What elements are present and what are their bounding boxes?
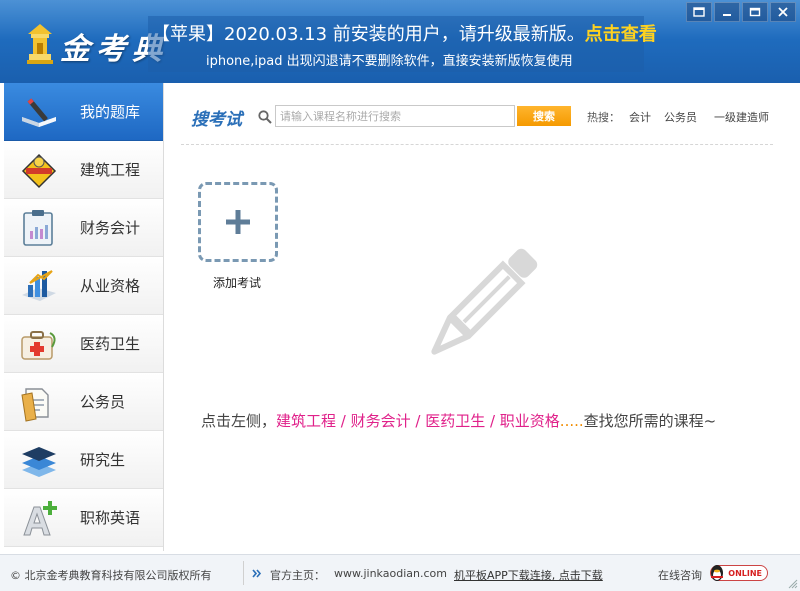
sidebar-item-label: 建筑工程 [80, 161, 141, 179]
close-icon [778, 7, 788, 17]
search-button[interactable]: 搜索 [517, 106, 571, 126]
sidebar-item-label: 医药卫生 [80, 335, 141, 353]
hot-link-constructor[interactable]: 一级建造师 [714, 109, 771, 125]
divider [181, 144, 773, 145]
hint-suffix: 查找您所需的课程~ [583, 412, 717, 430]
hint-categories: 建筑工程 / 财务会计 / 医药卫生 / 职业资格 [276, 412, 560, 430]
construction-sign-icon [21, 153, 57, 189]
sidebar-item-postgraduate[interactable]: 研究生 [4, 431, 163, 489]
sidebar-item-civil-servant[interactable]: 公务员 [4, 373, 163, 431]
sidebar-item-label: 财务会计 [80, 219, 141, 237]
sidebar-item-finance[interactable]: 财务会计 [4, 199, 163, 257]
pencil-icon [431, 248, 538, 355]
first-aid-kit-icon [21, 331, 56, 360]
restore-button[interactable] [686, 2, 712, 22]
copyright-text: © 北京金考典教育科技有限公司版权所有 [10, 569, 212, 582]
double-chevron-icon [252, 569, 262, 578]
hot-link-accounting[interactable]: 会计 [629, 109, 651, 125]
sidebar-item-label: 研究生 [80, 451, 126, 469]
search-input[interactable] [275, 105, 515, 127]
app-download-link[interactable]: 机平板APP下载连接, 点击下载 [454, 567, 603, 583]
restore-icon [693, 7, 705, 17]
tower-logo-icon [27, 24, 53, 64]
minimize-button[interactable] [714, 2, 740, 22]
letter-a-plus-icon [23, 501, 57, 536]
app-header: 金考典 【苹果】2020.03.13 前安装的用户，请升级最新版。点击查看 ip… [0, 0, 800, 83]
status-bar: © 北京金考典教育科技有限公司版权所有 官方主页： www.jinkaodian… [0, 554, 800, 591]
sidebar-item-label: 职称英语 [80, 509, 141, 527]
maximize-button[interactable] [742, 2, 768, 22]
online-consult-badge[interactable]: ONLINE [710, 565, 768, 581]
sidebar-item-qualification[interactable]: 从业资格 [4, 257, 163, 315]
online-consult-label[interactable]: 在线咨询 [658, 567, 702, 583]
hint-dots: ..... [559, 412, 584, 430]
notice-view-link[interactable]: 点击查看 [585, 24, 657, 45]
clipboard-chart-icon [23, 210, 53, 246]
add-exam-button[interactable] [198, 182, 278, 262]
add-exam-label: 添加考试 [213, 276, 262, 290]
sidebar-item-my-questions[interactable]: 我的题库 [4, 83, 163, 141]
sidebar-item-professional-english[interactable]: 职称英语 [4, 489, 163, 547]
sidebar-item-label: 从业资格 [80, 277, 141, 295]
sidebar-item-label: 公务员 [80, 393, 126, 411]
sidebar-item-medical[interactable]: 医药卫生 [4, 315, 163, 373]
sidebar-item-label: 我的题库 [80, 103, 141, 121]
search-icon [258, 110, 272, 124]
main-panel: 搜考试 搜索 热搜： 会计 公务员 一级建造师 添加考试 点击左侧，建筑工程 /… [165, 83, 800, 551]
search-title: 搜考试 [191, 110, 242, 130]
notice-text: 【苹果】2020.03.13 前安装的用户，请升级最新版。 [152, 24, 585, 45]
plus-icon [226, 210, 250, 234]
resize-grip-icon[interactable] [788, 579, 798, 589]
minimize-icon [723, 14, 731, 16]
qq-penguin-icon [711, 565, 723, 581]
footer-divider [243, 561, 244, 585]
maximize-icon [749, 7, 761, 17]
update-notice: 【苹果】2020.03.13 前安装的用户，请升级最新版。点击查看 iphone… [148, 16, 657, 72]
layers-icon [22, 447, 56, 477]
notice-line: 【苹果】2020.03.13 前安装的用户，请升级最新版。点击查看 [152, 20, 657, 46]
book-pen-icon [22, 98, 56, 127]
category-sidebar: 我的题库 建筑工程 财务会计 从业资格 医药卫生 公务员 研究生 职称英语 [4, 83, 164, 551]
online-badge-text: ONLINE [728, 568, 762, 578]
homepage-label: 官方主页： [270, 569, 325, 582]
homepage-url[interactable]: www.jinkaodian.com [334, 567, 447, 580]
hint-prefix: 点击左侧， [201, 412, 277, 430]
close-button[interactable] [770, 2, 796, 22]
empty-state-hint: 点击左侧，建筑工程 / 财务会计 / 医药卫生 / 职业资格.....查找您所需… [201, 410, 716, 431]
hot-link-civil-servant[interactable]: 公务员 [664, 109, 697, 125]
hot-search-label: 热搜： [587, 111, 620, 124]
bar-chart-book-icon [22, 270, 56, 301]
document-folder-icon [21, 388, 49, 422]
window-controls [686, 2, 796, 22]
notice-subtext: iphone,ipad 出现闪退请不要删除软件，直接安装新版恢复使用 [206, 54, 573, 69]
sidebar-item-construction[interactable]: 建筑工程 [4, 141, 163, 199]
